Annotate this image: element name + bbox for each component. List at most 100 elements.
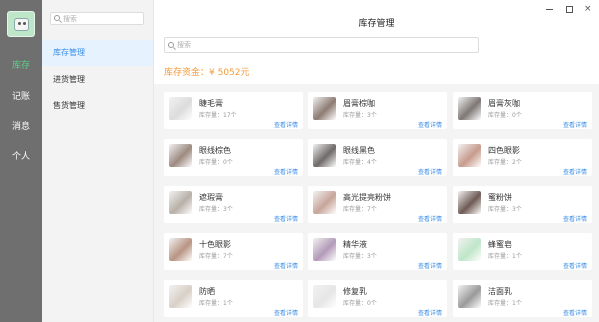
brow-gel-photo-icon [313,97,336,120]
robot-face-icon [14,18,29,31]
brow-gel-photo-icon [458,97,481,120]
mascara-photo-icon [169,97,192,120]
powder-photo-icon [458,191,481,214]
view-details-link[interactable]: 查看详情 [563,261,587,270]
view-details-link[interactable]: 查看详情 [563,214,587,223]
product-card[interactable]: 眉膏棕咖库存量：3个查看详情 [308,92,447,129]
product-name: 眼线黑色 [343,146,375,155]
search-input[interactable]: 搜索 [164,37,479,53]
serum-photo-icon [313,238,336,261]
close-icon[interactable]: × [584,5,592,14]
view-details-link[interactable]: 查看详情 [418,261,442,270]
rail-item-messages[interactable]: 消息 [0,119,42,132]
product-name: 眉膏棕咖 [343,99,375,108]
product-card[interactable]: 高光提亮粉饼 库存量：7个查看详情 [308,186,447,223]
view-details-link[interactable]: 查看详情 [418,120,442,129]
avatar[interactable] [7,11,35,37]
search-placeholder: 搜索 [63,15,77,23]
product-name: 十色眼影 [199,240,231,249]
minimize-icon[interactable] [546,5,554,13]
product-card[interactable]: 睫毛膏库存量：17个查看详情 [164,92,303,129]
product-name: 遮瑕膏 [199,193,223,202]
product-stock: 库存量：7个 [343,206,377,213]
eye-icon [18,22,21,25]
product-name: 蜂蜜皂 [488,240,512,249]
concealer-photo-icon [169,191,192,214]
product-card[interactable]: 蜂蜜皂库存量：1个查看详情 [453,233,592,270]
product-card[interactable]: 精华液库存量：3个查看详情 [308,233,447,270]
lotion-photo-icon [313,285,336,308]
page-title: 库存管理 [358,19,395,29]
product-card[interactable]: 十色眼影库存量：7个查看详情 [164,233,303,270]
product-name: 洁面乳 [488,287,512,296]
capital-label: 库存资金： [164,68,210,78]
product-stock: 库存量：7个 [199,253,233,260]
product-stock: 库存量：3个 [488,206,522,213]
view-details-link[interactable]: 查看详情 [563,308,587,317]
product-card[interactable]: 蜜粉饼库存量：3个查看详情 [453,186,592,223]
highlighter-photo-icon [313,191,336,214]
soap-photo-icon [458,238,481,261]
inventory-capital: 库存资金：¥ 5052元 [164,65,250,78]
product-stock: 库存量：3个 [199,206,233,213]
sidebar-item-purchase-management[interactable]: 进货管理 [42,67,153,93]
eyeshadow-photo-icon [458,144,481,167]
product-name: 眉膏灰咖 [488,99,520,108]
product-name: 眼线棕色 [199,146,231,155]
product-card[interactable]: 洁面乳库存量：1个查看详情 [453,280,592,317]
rail-item-profile[interactable]: 个人 [0,149,42,162]
product-stock: 库存量：1个 [488,300,522,307]
sidebar-item-sales-management[interactable]: 售货管理 [42,93,153,119]
search-placeholder: 搜索 [177,41,191,49]
product-name: 高光提亮粉饼 [343,193,391,202]
product-name: 精华液 [343,240,367,249]
view-details-link[interactable]: 查看详情 [418,308,442,317]
product-name: 四色眼影 [488,146,520,155]
product-card[interactable]: 修复乳 库存量：0个 查看详情 [308,280,447,317]
palette-photo-icon [169,238,192,261]
rail-item-inventory[interactable]: 库存 [0,58,42,71]
maximize-icon[interactable] [565,5,573,13]
view-details-link[interactable]: 查看详情 [274,308,298,317]
product-stock: 库存量：4个 [343,159,377,166]
sidebar: 搜索 库存管理 进货管理 售货管理 [42,0,154,322]
product-name: 防晒 [199,287,215,296]
view-details-link[interactable]: 查看详情 [418,167,442,176]
view-details-link[interactable]: 查看详情 [418,214,442,223]
product-name: 蜜粉饼 [488,193,512,202]
view-details-link[interactable]: 查看详情 [274,167,298,176]
left-rail: 库存 记账 消息 个人 [0,0,42,322]
product-name: 睫毛膏 [199,99,223,108]
product-stock: 库存量：3个 [343,112,377,119]
sidebar-item-inventory-management[interactable]: 库存管理 [42,40,153,66]
cleanser-photo-icon [458,285,481,308]
search-icon [168,42,174,48]
view-details-link[interactable]: 查看详情 [274,120,298,129]
eyeliner-photo-icon [169,144,192,167]
view-details-link[interactable]: 查看详情 [563,120,587,129]
product-stock: 库存量：3个 [343,253,377,260]
eyeliner-photo-icon [313,144,336,167]
sidebar-search-input[interactable]: 搜索 [50,12,144,25]
search-icon [54,15,60,21]
capital-value: ¥ 5052元 [209,68,250,78]
product-card[interactable]: 遮瑕膏库存量：3个查看详情 [164,186,303,223]
eye-icon [23,22,26,25]
view-details-link[interactable]: 查看详情 [274,214,298,223]
view-details-link[interactable]: 查看详情 [563,167,587,176]
product-card[interactable]: 防晒库存量：1个查看详情 [164,280,303,317]
product-stock: 库存量：1个 [199,300,233,307]
sunscreen-photo-icon [169,285,192,308]
product-stock: 库存量：1个 [488,253,522,260]
product-card[interactable]: 眼线棕色库存量：0个查看详情 [164,139,303,176]
product-stock: 库存量：17个 [199,112,237,119]
product-card[interactable]: 四色眼影库存量：2个查看详情 [453,139,592,176]
product-stock: 库存量：2个 [488,159,522,166]
product-stock: 库存量：0个 [199,159,233,166]
product-name: 修复乳 [343,287,367,296]
view-details-link[interactable]: 查看详情 [274,261,298,270]
product-stock: 库存量：0个 [488,112,522,119]
product-card[interactable]: 眼线黑色库存量：4个查看详情 [308,139,447,176]
rail-item-bookkeeping[interactable]: 记账 [0,89,42,102]
product-card[interactable]: 眉膏灰咖库存量：0个查看详情 [453,92,592,129]
